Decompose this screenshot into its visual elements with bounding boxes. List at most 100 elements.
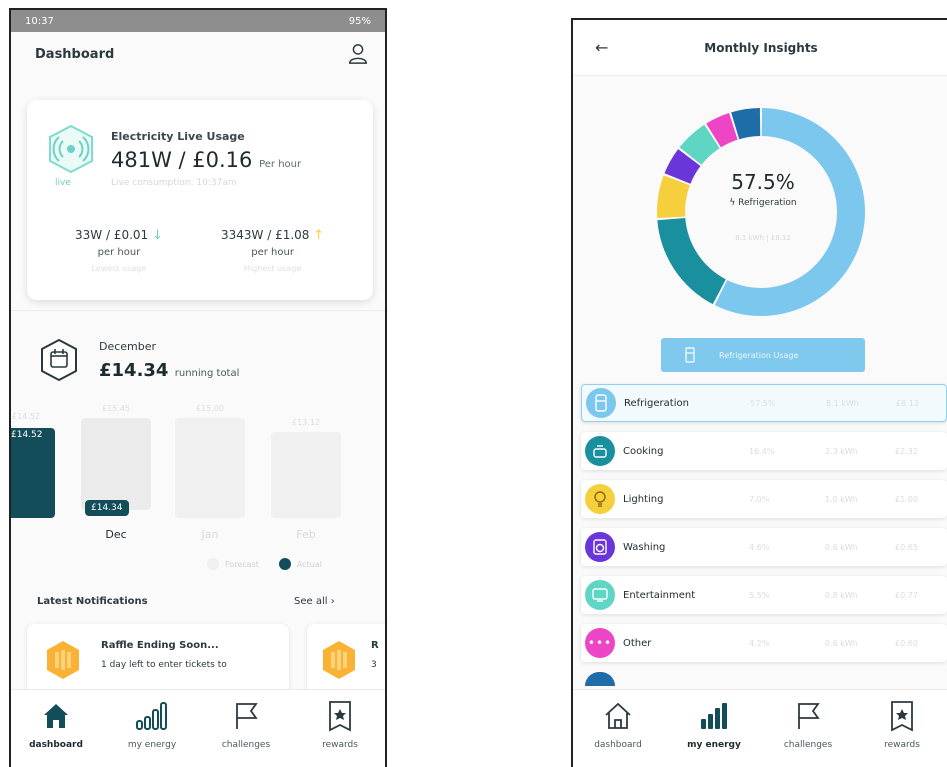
category-row-refrigeration[interactable]: Refrigeration 57.5% 8.1 kWh £8.12 — [581, 384, 947, 422]
fridge-icon — [586, 388, 616, 418]
category-name: Entertainment — [623, 589, 696, 601]
back-arrow-icon[interactable]: ← — [595, 38, 608, 57]
washing-machine-icon — [585, 532, 615, 562]
nav-rewards[interactable]: rewards — [857, 698, 947, 750]
highest-usage-caption: Highest usage — [243, 264, 302, 273]
nav-rewards[interactable]: rewards — [295, 698, 385, 750]
live-signal-icon — [49, 124, 93, 174]
month-total-caption: running total — [174, 368, 240, 379]
bar-feb[interactable] — [271, 432, 341, 518]
nav-my-energy[interactable]: my energy — [107, 698, 197, 750]
nav-challenges[interactable]: challenges — [201, 698, 291, 750]
category-cost: £1.00 — [895, 494, 918, 504]
legend-forecast-dot — [207, 558, 219, 570]
legend-forecast-label: Forecast — [225, 559, 259, 569]
category-kwh: 2.3 kWh — [825, 446, 858, 456]
status-battery: 95% — [348, 15, 371, 27]
category-donut-chart[interactable] — [653, 104, 869, 320]
legend-actual-label: Actual — [296, 559, 322, 569]
user-profile-icon[interactable] — [347, 43, 369, 65]
lowest-usage-stat: 33W / £0.01 ↓ per hour Lowest usage — [75, 228, 163, 273]
category-name: Cooking — [623, 445, 664, 457]
live-usage-title: Electricity Live Usage — [111, 130, 245, 143]
donut-slice-lighting[interactable] — [657, 175, 690, 219]
highest-usage-per: per hour — [251, 247, 294, 258]
legend-actual-dot — [278, 558, 291, 570]
notification-card[interactable]: R 3 — [307, 624, 385, 694]
monthly-insights-screen: ← Monthly Insights 57.5% ϟ Refrigeration… — [571, 18, 947, 767]
nav-dashboard[interactable]: dashboard — [573, 698, 663, 750]
live-usage-value: 481W / £0.16 Per hour — [111, 148, 301, 172]
ticket-icon — [891, 701, 913, 732]
category-cost: £8.12 — [896, 398, 919, 408]
raffle-ticket-icon — [47, 641, 79, 679]
nav-my-energy[interactable]: my energy — [669, 698, 759, 750]
category-cost: £2.32 — [895, 446, 918, 456]
see-all-link[interactable]: See all › — [294, 596, 335, 607]
highest-usage-value: 3343W / £1.08 — [221, 228, 310, 242]
chart-legend: Forecast Actual — [207, 558, 322, 570]
fridge-icon — [685, 347, 695, 363]
category-percent: 4.6% — [749, 542, 770, 552]
live-value-text: 481W / £0.16 — [111, 148, 253, 172]
donut-category: ϟ Refrigeration — [693, 198, 833, 208]
bar-jan[interactable] — [175, 418, 245, 518]
raffle-ticket-icon — [323, 641, 355, 679]
flag-icon — [798, 703, 820, 729]
bar-jan-top-label: £15.00 — [196, 404, 224, 413]
month-name: December — [99, 340, 157, 353]
category-row-other[interactable]: ••• Other 4.2% 0.6 kWh £0.60 — [581, 624, 947, 662]
notification-title: Raffle Ending Soon... — [101, 640, 219, 651]
nav-dashboard[interactable]: dashboard — [11, 698, 101, 750]
live-usage-card[interactable]: live Electricity Live Usage 481W / £0.16… — [27, 100, 373, 300]
nav-dashboard-label: dashboard — [29, 740, 83, 750]
bar-nov[interactable] — [11, 428, 55, 518]
notification-card[interactable]: Raffle Ending Soon... 1 day left to ente… — [27, 624, 289, 694]
category-name: Washing — [623, 541, 666, 553]
page-title: Monthly Insights — [704, 40, 818, 55]
category-row-entertainment[interactable]: Entertainment 5.5% 0.8 kWh £0.77 — [581, 576, 947, 614]
section-divider — [11, 310, 385, 311]
category-kwh: 0.6 kWh — [825, 542, 858, 552]
lowest-usage-value: 33W / £0.01 — [75, 228, 149, 242]
refrigeration-usage-button[interactable]: Refrigeration Usage — [661, 338, 865, 372]
flag-icon — [236, 703, 258, 729]
bar-dec[interactable] — [81, 418, 151, 510]
insights-header: ← Monthly Insights — [573, 20, 947, 76]
donut-slice-cooking[interactable] — [657, 218, 726, 305]
more-dots-icon: ••• — [585, 628, 615, 658]
category-row-washing[interactable]: Washing 4.6% 0.6 kWh £0.65 — [581, 528, 947, 566]
category-name: Other — [623, 637, 652, 649]
category-name: Lighting — [623, 493, 664, 505]
status-time: 10:37 — [25, 15, 54, 27]
category-name: Refrigeration — [624, 397, 689, 409]
notification-text: 3 — [371, 660, 377, 670]
category-percent: 5.5% — [749, 590, 770, 600]
status-bar: 10:37 95% — [11, 10, 385, 32]
home-icon — [44, 704, 68, 728]
month-total-value: £14.34 — [99, 360, 169, 381]
category-row-partial-icon — [585, 672, 615, 686]
category-percent: 16.4% — [749, 446, 775, 456]
highest-usage-stat: 3343W / £1.08 ↑ per hour Highest usage — [221, 228, 324, 273]
category-kwh: 0.6 kWh — [825, 638, 858, 648]
bar-nov-top-label: £14.52 — [12, 412, 40, 421]
bottom-nav: dashboard my energy challenges rewards — [573, 689, 947, 767]
category-cost: £0.65 — [895, 542, 918, 552]
live-value-unit: Per hour — [259, 159, 302, 170]
arrow-up-icon: ↑ — [313, 228, 325, 243]
donut-percent: 57.5% — [731, 170, 795, 194]
cooking-pot-icon — [585, 436, 615, 466]
category-row-lighting[interactable]: Lighting 7.0% 1.0 kWh £1.00 — [581, 480, 947, 518]
donut-category-label: Refrigeration — [738, 198, 797, 208]
nav-rewards-label: rewards — [322, 740, 358, 750]
category-kwh: 8.1 kWh — [826, 398, 859, 408]
donut-subtext: 8.1 kWh | £8.12 — [735, 234, 791, 242]
notifications-heading: Latest Notifications — [37, 596, 148, 607]
category-percent: 4.2% — [749, 638, 770, 648]
bar-chart-icon — [701, 703, 727, 729]
category-cost: £0.77 — [895, 590, 918, 600]
category-row-cooking[interactable]: Cooking 16.4% 2.3 kWh £2.32 — [581, 432, 947, 470]
nav-challenges[interactable]: challenges — [763, 698, 853, 750]
chevron-right-icon: › — [330, 596, 335, 607]
